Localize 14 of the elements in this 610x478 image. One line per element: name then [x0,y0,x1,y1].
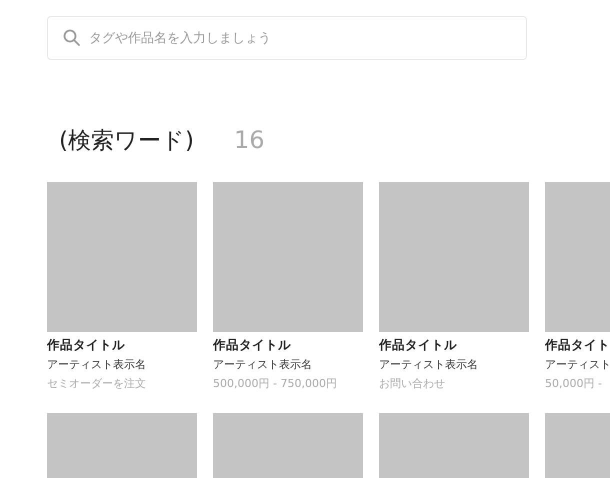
thumbnail-placeholder[interactable] [379,182,529,332]
thumbnail-placeholder[interactable] [47,182,197,332]
artist-name: アーティスト表示名 [379,358,479,372]
price-text: 50,000円 - [545,377,603,391]
artist-name: アーティスト [545,358,610,372]
price-text: 500,000円 - 750,000円 [213,377,338,391]
thumbnail-placeholder[interactable] [213,182,363,332]
result-count: 16 [234,126,264,154]
price-text: セミオーダーを注文 [47,377,147,391]
search-field[interactable]: タグや作品名を入力しましょう [47,16,527,60]
search-query-heading: (検索ワード) [59,127,194,156]
price-text: お問い合わせ [379,377,446,391]
artist-name: アーティスト表示名 [213,358,313,372]
artist-name: アーティスト表示名 [47,358,147,372]
